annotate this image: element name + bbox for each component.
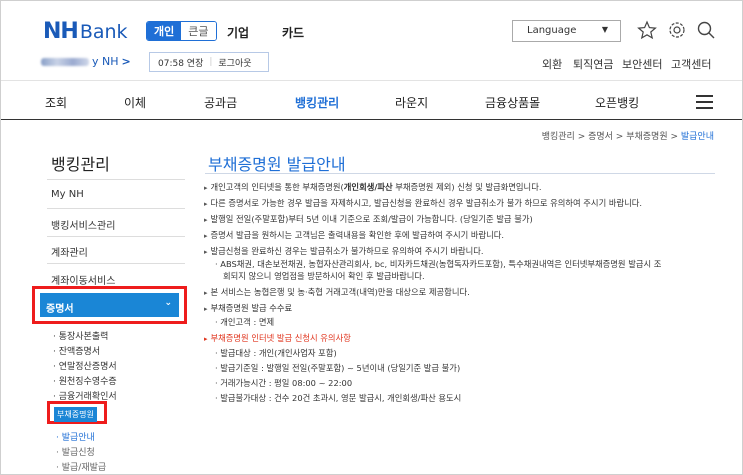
gnb-open-banking[interactable]: 오픈뱅킹 [595,94,639,111]
nav-card[interactable]: 카드 [282,24,304,41]
notice-item: ▸ 증명서 발급을 원하시는 고객님은 출력내용을 확인한 후에 발급하여 주시기… [204,229,504,241]
sidebar-subsub-reissue[interactable]: · 발급/재발급 [56,460,106,473]
masked-username [41,57,89,66]
notice-text: 부채증명원 제외) 신청 및 발급화면입니다. [392,182,542,192]
notice-item: ▸ 부채증명원 발급 수수료 [204,302,292,314]
warning-heading: ▸ 부채증명원 인터넷 발급 신청시 유의사항 [204,332,351,344]
sidebar-sub-withholding-receipt[interactable]: · 원천징수영수증 [53,374,117,387]
sidebar-divider [47,179,185,180]
bullet-icon: ▸ [204,335,208,343]
tab-personal[interactable]: 개인 [147,22,182,40]
notice-item: ▸ 발급신청을 완료하신 경우는 발급취소가 불가하므로 유의하여 주시기 바랍니… [204,245,484,257]
bullet-icon: ▸ [204,184,208,192]
gnb-products[interactable]: 금융상품몰 [485,94,540,111]
util-link-fx[interactable]: 외환 [542,56,562,72]
user-name-suffix: y NH [92,55,119,68]
notice-text: 증명서 발급을 원하시는 고객님은 출력내용을 확인한 후에 발급하여 주시기 … [210,230,505,240]
gnb-inquiry[interactable]: 조회 [45,94,67,111]
sidebar-item-certificate-label: 증명서 [46,304,74,315]
nh-bank-logo[interactable]: NH Bank [43,19,128,44]
warning-text: 부채증명원 인터넷 발급 신청시 유의사항 [210,333,351,343]
sidebar-sub-balance-cert[interactable]: · 잔액증명서 [53,344,100,357]
user-greeting[interactable]: y NH > [41,55,131,68]
bullet-icon: ▸ [204,216,208,224]
notice-text: 발행일 전일(주말포함)부터 5년 이내 기준으로 조회/발급이 가능합니다. … [210,214,533,224]
bullet-icon: ▸ [204,232,208,240]
breadcrumb-current: 발급안내 [680,132,714,142]
tab-large-text[interactable]: 큰글 [181,22,216,40]
session-timer: 07:58 연장 | 로그아웃 [149,52,269,72]
notice-text: 부채증명원 발급 수수료 [210,303,293,313]
search-icon[interactable] [696,20,716,40]
sidebar-item-account-management[interactable]: 계좌관리 [51,244,88,259]
notice-emphasis: 개인회생/파산 [343,182,393,192]
sidebar-divider [47,236,185,237]
header-divider [1,80,742,81]
sidebar-subsub-guide[interactable]: · 발급안내 [56,430,95,443]
gear-icon[interactable] [667,20,687,40]
gnb-lounge[interactable]: 라운지 [395,94,428,111]
logo-bank-text: Bank [79,21,128,43]
warning-subitem: · 발급대상 : 개인(개인사업자 포함) [215,348,337,358]
notice-text: 본 서비스는 농협은행 및 농·축협 거래고객(내역)만을 대상으로 제공합니다… [210,287,470,297]
util-link-customer[interactable]: 고객센터 [671,56,711,72]
notice-text: 개인고객의 인터넷을 통한 부채증명원( [210,182,344,192]
mode-toggle: 개인 큰글 [146,21,217,41]
sidebar-title: 뱅킹관리 [51,155,110,174]
chevron-right-icon: > [121,55,131,68]
sidebar-sub-debt-certificate[interactable]: 부채증명원 [47,401,107,424]
chevron-down-icon: ▼ [601,25,608,34]
warning-subitem: · 거래가능시간 : 평일 08:00 ~ 22:00 [215,378,353,388]
language-label: Language [527,25,577,36]
warning-subitem: · 발급불가대상 : 건수 20건 초과시, 영문 발급시, 개인회생/파산 용… [215,393,462,403]
util-link-security[interactable]: 보안센터 [622,56,662,72]
sidebar-sub-debt-certificate-label: 부채증명원 [54,407,97,422]
extend-session-button[interactable]: 07:58 연장 [150,56,209,69]
star-icon[interactable] [637,20,657,40]
chevron-down-icon: ⌄ [164,298,172,308]
notice-item: ▸ 개인고객의 인터넷을 통한 부채증명원(개인회생/파산 부채증명원 제외) 신… [204,181,541,193]
notice-item: ▸ 본 서비스는 농협은행 및 농·축협 거래고객(내역)만을 대상으로 제공합니… [204,286,470,298]
bullet-icon: ▸ [204,305,208,313]
sidebar-sub-year-end-cert[interactable]: · 연말정산증명서 [53,359,117,372]
notice-item: ▸ 다른 증명서로 가능한 경우 발급을 자제하시고, 발급신청을 완료하신 경우… [204,197,642,209]
sidebar-subsub-apply[interactable]: · 발급신청 [56,445,95,458]
menu-icon[interactable] [696,95,713,113]
page-title: 부채증명원 발급안내 [208,155,346,174]
title-divider [205,173,715,174]
language-select[interactable]: Language ▼ [512,20,621,42]
sidebar-item-mynh[interactable]: My NH [51,189,84,200]
bullet-icon: ▸ [204,200,208,208]
gnb-divider [1,119,742,120]
notice-text: 발급신청을 완료하신 경우는 발급취소가 불가하므로 유의하여 주시기 바랍니다… [210,246,484,256]
logout-button[interactable]: 로그아웃 [212,56,257,69]
gnb-transfer[interactable]: 이체 [124,94,146,111]
sidebar-divider [47,208,185,209]
notice-subitem: 회되지 않으니 영업점을 방문하시어 확인 후 발급바랍니다. [223,271,425,281]
gnb-banking-management[interactable]: 뱅킹관리 [295,94,339,111]
breadcrumb-path[interactable]: 뱅킹관리 > 증명서 > 부채증명원 > [542,132,681,142]
gnb-utility[interactable]: 공과금 [204,94,237,111]
warning-subitem: · 발급기준일 : 발행일 전일(주말포함) ~ 5년이내 (당일기준 발급 불… [215,363,461,373]
page: NH Bank 개인 큰글 기업 카드 Language ▼ y NH > 07… [0,0,743,475]
util-link-pension[interactable]: 퇴직연금 [573,56,613,72]
notice-subitem: · ABS채권, 대손보전채권, 농협자산관리회사, bc, 비자카드채권(농협… [215,259,662,269]
notice-item: ▸ 발행일 전일(주말포함)부터 5년 이내 기준으로 조회/발급이 가능합니다.… [204,213,533,225]
bullet-icon: ▸ [204,248,208,256]
sidebar-item-account-transfer[interactable]: 계좌이동서비스 [51,272,115,287]
sidebar-sub-passbook-copy[interactable]: · 통장사본출력 [53,329,108,342]
sidebar-item-service-management[interactable]: 뱅킹서비스관리 [51,217,115,232]
notice-subitem: · 개인고객 : 면제 [215,317,275,327]
notice-text: 다른 증명서로 가능한 경우 발급을 자제하시고, 발급신청을 완료하신 경우 … [210,198,643,208]
sidebar-divider [47,263,185,264]
logo-nh-text: NH [43,19,79,44]
breadcrumb: 뱅킹관리 > 증명서 > 부채증명원 > 발급안내 [542,129,714,142]
sidebar-item-certificate[interactable]: 증명서 ⌄ [32,286,187,324]
bullet-icon: ▸ [204,289,208,297]
nav-business[interactable]: 기업 [227,24,249,41]
